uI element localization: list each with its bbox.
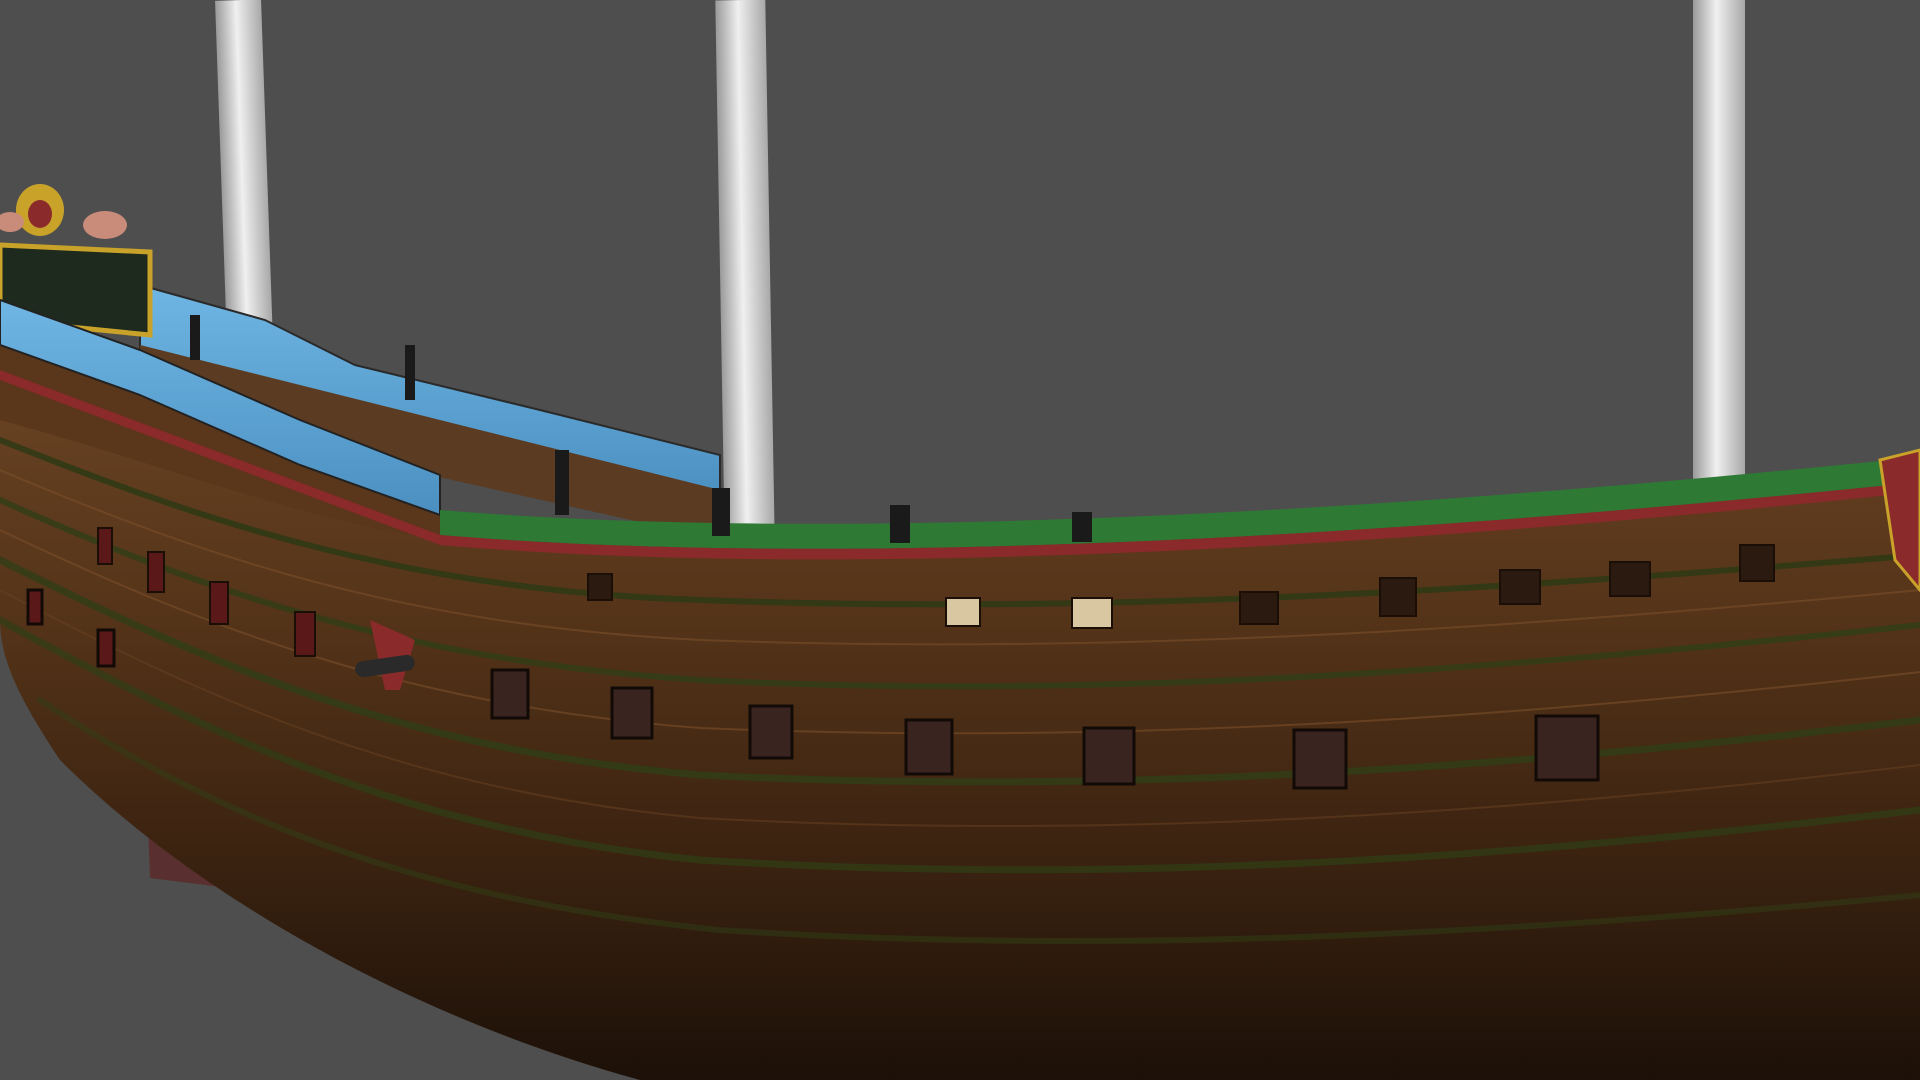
gunport-lid bbox=[1534, 714, 1600, 782]
gunport bbox=[1609, 561, 1651, 597]
gunport bbox=[1739, 544, 1775, 582]
gunport bbox=[294, 611, 316, 657]
gunport-lid bbox=[1292, 728, 1348, 790]
gunport-lid bbox=[490, 668, 530, 720]
gunport bbox=[1499, 569, 1541, 605]
gunport bbox=[587, 573, 613, 601]
gunport-lid bbox=[610, 686, 654, 740]
gunport-lid bbox=[96, 628, 116, 668]
gunport bbox=[147, 551, 165, 593]
gunport-lid bbox=[26, 588, 44, 626]
gunport bbox=[945, 597, 981, 627]
gunport bbox=[1071, 597, 1113, 629]
gunport bbox=[97, 527, 113, 565]
gunport bbox=[1239, 591, 1279, 625]
gunport bbox=[209, 581, 229, 625]
gunport bbox=[1379, 577, 1417, 617]
mast-mizzen bbox=[1693, 0, 1745, 480]
ship-render-scene bbox=[0, 0, 1920, 1080]
gunport-lid bbox=[748, 704, 794, 760]
gunport-lid bbox=[1082, 726, 1136, 786]
mast-main bbox=[715, 0, 775, 541]
gunport-lid bbox=[904, 718, 954, 776]
